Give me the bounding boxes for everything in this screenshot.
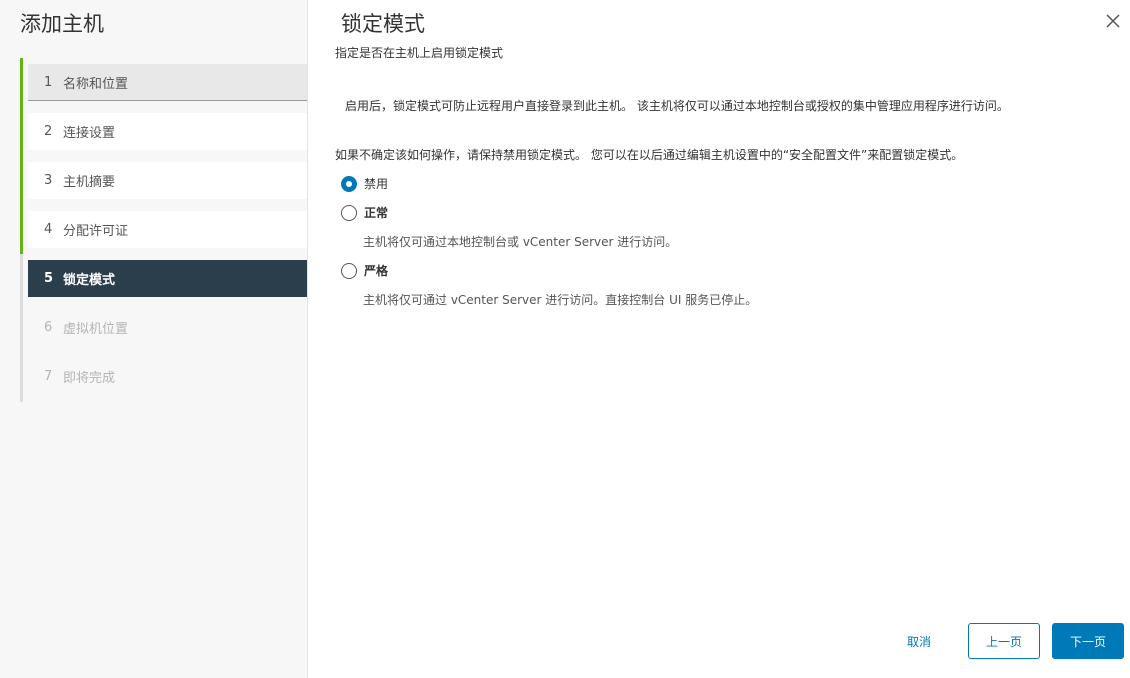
step-label: 名称和位置 — [63, 76, 129, 92]
step-number: 4 — [44, 222, 53, 237]
radio-unchecked-icon — [341, 262, 357, 279]
radio-label: 禁用 — [364, 177, 389, 191]
step-name-location[interactable]: 1 名称和位置 — [28, 64, 307, 101]
close-icon — [1106, 14, 1120, 28]
step-ready-to-complete: 7 即将完成 — [28, 358, 307, 395]
step-label: 分配许可证 — [63, 224, 129, 239]
step-number: 6 — [44, 320, 53, 335]
steps-remaining-rail — [20, 254, 23, 402]
wizard-title: 添加主机 — [20, 12, 104, 36]
step-host-summary[interactable]: 3 主机摘要 — [28, 162, 307, 199]
step-number: 3 — [44, 173, 53, 188]
step-label: 虚拟机位置 — [63, 322, 129, 337]
radio-description: 主机将仅可通过 vCenter Server 进行访问。直接控制台 UI 服务已… — [363, 293, 758, 307]
radio-label: 正常 — [364, 206, 389, 220]
step-label: 即将完成 — [63, 371, 116, 386]
cancel-button[interactable]: 取消 — [890, 623, 948, 659]
step-lockdown-mode[interactable]: 5 锁定模式 — [28, 260, 307, 297]
back-button[interactable]: 上一页 — [968, 623, 1040, 659]
step-connection-settings[interactable]: 2 连接设置 — [28, 113, 307, 150]
page-title: 锁定模式 — [341, 12, 425, 36]
steps-progress-rail — [20, 58, 23, 254]
radio-description: 主机将仅可通过本地控制台或 vCenter Server 进行访问。 — [363, 235, 678, 249]
step-vm-location: 6 虚拟机位置 — [28, 309, 307, 346]
step-number: 7 — [44, 369, 53, 384]
close-button[interactable] — [1102, 10, 1124, 32]
radio-option-disabled[interactable]: 禁用 — [341, 175, 388, 192]
step-label: 连接设置 — [63, 126, 116, 141]
step-assign-license[interactable]: 4 分配许可证 — [28, 211, 307, 248]
description-paragraph: 启用后，锁定模式可防止远程用户直接登录到此主机。 该主机将仅可以通过本地控制台或… — [345, 99, 1009, 113]
step-label: 主机摘要 — [63, 175, 116, 190]
radio-checked-icon — [341, 175, 357, 192]
step-number: 5 — [44, 271, 54, 286]
radio-option-normal[interactable]: 正常 — [341, 204, 388, 221]
wizard-content: 锁定模式 指定是否在主机上启用锁定模式 启用后，锁定模式可防止远程用户直接登录到… — [308, 0, 1130, 678]
step-label: 锁定模式 — [63, 273, 116, 288]
page-subtitle: 指定是否在主机上启用锁定模式 — [335, 46, 504, 60]
step-number: 2 — [44, 124, 53, 139]
wizard-sidebar: 添加主机 1 名称和位置 2 连接设置 3 主机摘要 4 分配许可证 5 锁定模… — [0, 0, 308, 678]
add-host-dialog: 添加主机 1 名称和位置 2 连接设置 3 主机摘要 4 分配许可证 5 锁定模… — [0, 0, 1130, 678]
radio-option-strict[interactable]: 严格 — [341, 262, 388, 279]
radio-unchecked-icon — [341, 204, 357, 221]
guidance-paragraph: 如果不确定该如何操作，请保持禁用锁定模式。 您可以在以后通过编辑主机设置中的“安… — [335, 148, 964, 162]
next-button[interactable]: 下一页 — [1052, 623, 1124, 659]
step-number: 1 — [44, 74, 53, 90]
radio-label: 严格 — [364, 264, 389, 278]
